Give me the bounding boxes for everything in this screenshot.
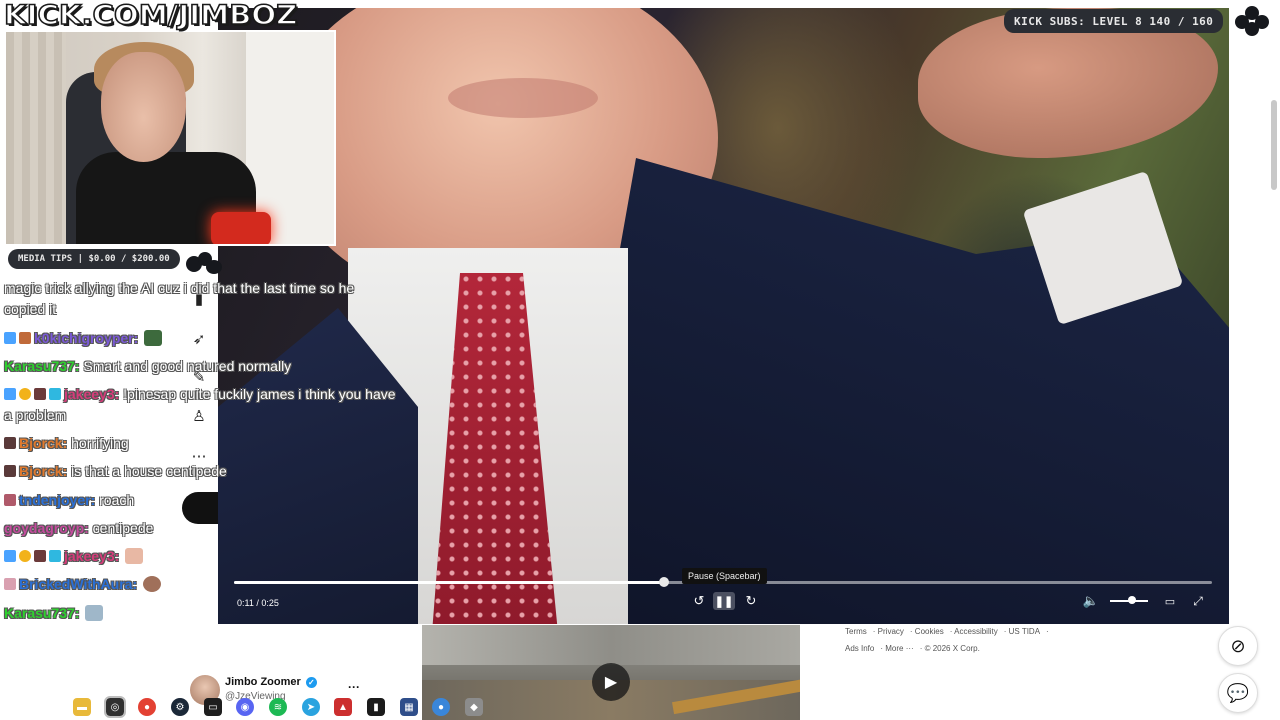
user-badge-icon	[4, 494, 16, 506]
time-display: 0:11 / 0:25	[237, 598, 279, 608]
chat-message: BrickedWithAura:	[4, 574, 162, 595]
thumbnail-wall	[422, 625, 800, 665]
discord-icon[interactable]: ◉	[236, 698, 254, 716]
volume-knob[interactable]	[1128, 596, 1136, 604]
chat-message: tndenjoyer: roach	[4, 490, 134, 511]
chat-message: a problem	[4, 407, 67, 423]
emote-icon	[85, 605, 104, 621]
cube-badge-icon	[49, 550, 61, 562]
emote-icon	[125, 548, 144, 564]
verified-icon: ✓	[305, 677, 317, 688]
cube-badge-icon	[49, 388, 61, 400]
kick-subs-badge: KICK SUBS: LEVEL 8 140 / 160	[1004, 9, 1224, 33]
chat-message: copied it	[4, 301, 57, 317]
coin-badge-icon	[19, 550, 31, 562]
video-player[interactable]: Pause (Spacebar) 0:11 / 0:25 ↺ ❚❚ ↻ 🔈 ▭ …	[218, 8, 1229, 624]
coin-badge-icon	[19, 388, 31, 400]
chat-message: Bjorck: is that a house centipede	[4, 461, 227, 482]
footer-copyright: © 2026 X Corp.	[924, 644, 980, 653]
app-alt-icon[interactable]: ◆	[465, 698, 483, 716]
fullscreen-icon[interactable]: ⤢	[1187, 592, 1209, 610]
webcam-feed	[4, 30, 336, 246]
app-icon[interactable]: ▦	[400, 698, 418, 716]
chrome-alt-icon[interactable]: ●	[432, 698, 450, 716]
rocket-icon[interactable]: ➶	[190, 330, 208, 348]
user-badge-icon	[4, 437, 16, 449]
footer-link-us-tida[interactable]: US TIDA	[1009, 627, 1040, 636]
footer-link-privacy[interactable]: Privacy	[878, 627, 904, 636]
webcam-microphone	[211, 212, 271, 244]
chat-message: Karasu737: Smart and good natured normal…	[4, 358, 292, 374]
footer-links: Terms · Privacy · Cookies · Accessibility · …	[845, 627, 1049, 653]
chat-message: Bjorck: horrifying	[4, 433, 129, 454]
spotify-icon[interactable]: ≋	[269, 698, 287, 716]
progress-fill	[234, 581, 665, 584]
user-badge-icon	[4, 465, 16, 477]
footer-link-ads-info[interactable]: Ads Info	[845, 644, 874, 653]
pause-tooltip: Pause (Spacebar)	[682, 568, 767, 584]
obs-icon[interactable]: ◎	[104, 696, 126, 718]
chat-message: jakeey3: !pinesap quite fuckily james i …	[4, 384, 396, 405]
terminal-icon[interactable]: ▭	[204, 698, 222, 716]
video-frame-lips	[448, 78, 598, 118]
footer-link-more[interactable]: More ···	[885, 644, 913, 653]
media-tips-badge: MEDIA TIPS | $0.00 / $200.00	[8, 249, 180, 269]
chat-message: goydagroyp: centipede	[4, 520, 154, 536]
footer-link-terms[interactable]: Terms	[845, 627, 867, 636]
emote-icon	[144, 330, 163, 346]
emote-icon	[143, 576, 162, 592]
captions-icon[interactable]: ▭	[1159, 592, 1181, 610]
webcam-head	[101, 52, 186, 162]
chat-message: Karasu737:	[4, 603, 104, 624]
footer-link-cookies[interactable]: Cookies	[915, 627, 944, 636]
game-icon[interactable]: ▲	[334, 698, 352, 716]
telegram-icon[interactable]: ➤	[302, 698, 320, 716]
user-badge-icon	[34, 550, 46, 562]
sword-badge-icon	[4, 332, 16, 344]
play-icon[interactable]: ▶	[592, 663, 630, 701]
profile-name: Jimbo Zoomer ✓	[225, 676, 317, 688]
volume-icon[interactable]: 🔈	[1080, 592, 1102, 610]
steam-icon[interactable]: ⚙	[171, 698, 189, 716]
console-icon[interactable]: ▮	[367, 698, 385, 716]
chat-message: magic trick allying the AI cuz i did tha…	[4, 280, 355, 296]
chrome-icon[interactable]: ●	[138, 698, 156, 716]
post-button[interactable]	[182, 492, 218, 524]
messages-icon[interactable]: 💬	[1218, 673, 1258, 713]
screen: { "overlay": { "channel_title": "KICK.CO…	[0, 0, 1280, 720]
channel-title: KICK.COM/JIMBOZ	[3, 0, 298, 32]
chat-message: jakeey3:	[4, 546, 144, 567]
kick-logo-icon	[1235, 6, 1271, 36]
user-badge-icon	[34, 388, 46, 400]
pause-icon[interactable]: ❚❚	[713, 592, 735, 610]
user-badge-icon	[4, 578, 16, 590]
chat-message: k0kichigroyper:	[4, 328, 163, 349]
sword-badge-icon	[4, 388, 16, 400]
webcam-curtain	[6, 32, 66, 244]
profile-icon[interactable]: ♙	[190, 407, 208, 425]
footer-link-accessibility[interactable]: Accessibility	[954, 627, 998, 636]
grok-icon[interactable]: ⊘	[1218, 626, 1258, 666]
overlay-logo-icon	[186, 250, 222, 278]
file-explorer-icon[interactable]: ▬	[73, 698, 91, 716]
forward-10-icon[interactable]: ↻	[740, 592, 762, 610]
page-scrollbar[interactable]	[1271, 100, 1277, 190]
rewind-10-icon[interactable]: ↺	[688, 592, 710, 610]
more-options-icon[interactable]: ···	[348, 680, 360, 694]
sword-badge-icon	[4, 550, 16, 562]
user-badge-icon	[19, 332, 31, 344]
